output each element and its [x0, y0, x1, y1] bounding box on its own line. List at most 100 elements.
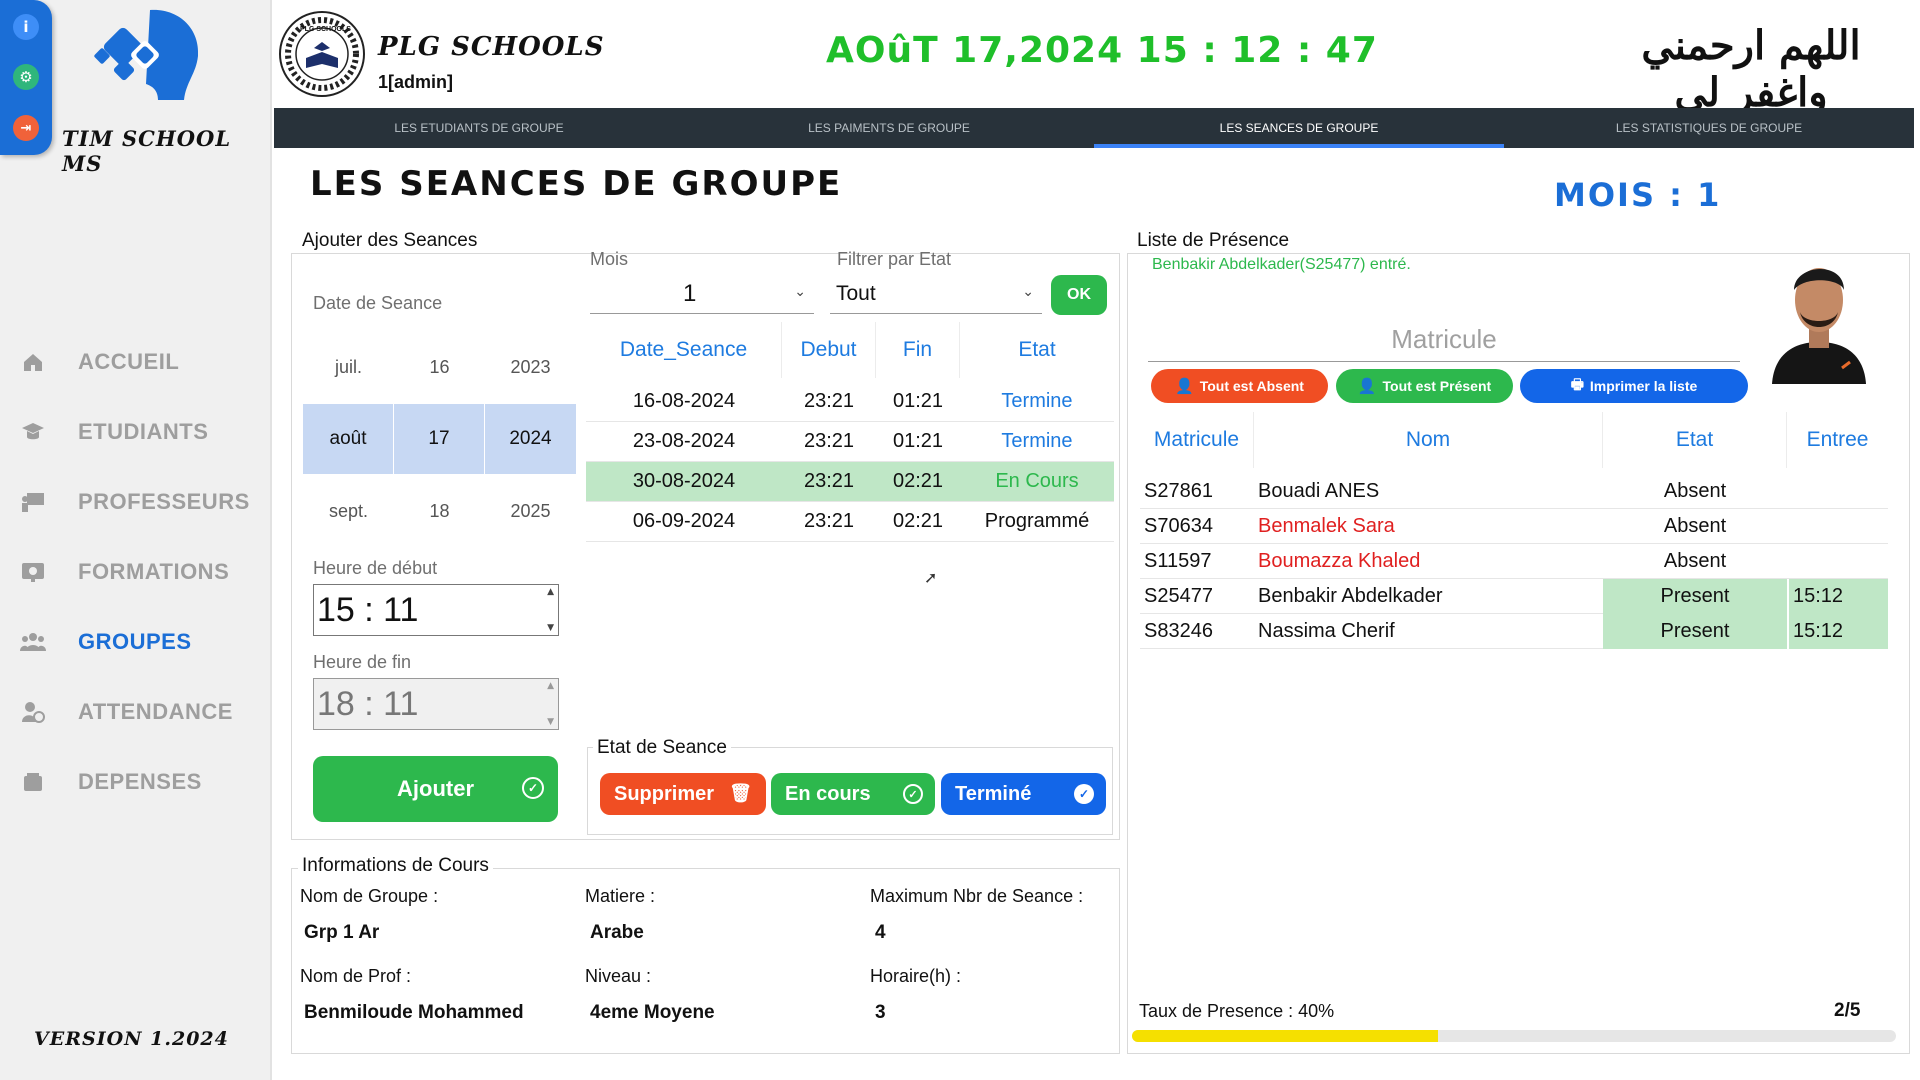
etat-select[interactable]: Tout ⌄	[830, 278, 1042, 314]
col-header-fin[interactable]: Fin	[876, 322, 960, 378]
tout-present-button[interactable]: 👤 Tout est Présent	[1336, 369, 1513, 403]
trash-icon: 🗑	[729, 783, 752, 803]
sidebar-item-label: DEPENSES	[78, 769, 202, 794]
col-header-etat[interactable]: Etat	[960, 322, 1114, 378]
max-seance-label: Maximum Nbr de Seance :	[870, 886, 1084, 906]
picker-month-prev[interactable]: juil.	[303, 340, 394, 394]
table-row[interactable]: S70634 Benmalek Sara Absent	[1140, 509, 1888, 544]
sidebar-item-accueil[interactable]: ACCUEIL	[20, 340, 260, 384]
imprimer-button[interactable]: 🖶 Imprimer la liste	[1520, 369, 1748, 403]
cell-debut: 23:21	[803, 390, 855, 412]
date-seance-label: Date de Seance	[313, 293, 443, 313]
col-header-date[interactable]: Date_Seance	[586, 322, 782, 378]
termine-button[interactable]: Terminé ✓	[941, 773, 1106, 815]
sidebar-item-attendance[interactable]: ATTENDANCE	[20, 690, 260, 734]
chevron-down-icon: ⌄	[1022, 284, 1034, 300]
picker-year-prev[interactable]: 2023	[485, 340, 576, 394]
table-row[interactable]: 16-08-2024 23:21 01:21 Termine	[586, 382, 1114, 422]
spin-down-icon[interactable]: ▼	[547, 717, 554, 727]
picker-day-prev[interactable]: 16	[394, 340, 485, 394]
table-row-selected[interactable]: 30-08-2024 23:21 02:21 En Cours	[586, 462, 1114, 502]
cell-entree: 15:12	[1787, 578, 1888, 614]
cell-debut: 23:21	[803, 470, 855, 492]
chevron-down-icon: ⌄	[794, 284, 806, 300]
heure-fin-label: Heure de fin	[313, 652, 412, 672]
mois-select[interactable]: 1 ⌄	[590, 278, 814, 314]
col-header-debut[interactable]: Debut	[782, 322, 876, 378]
seances-table: Date_Seance Debut Fin Etat 16-08-2024 23…	[586, 322, 1114, 542]
cell-etat: Absent	[1663, 549, 1727, 572]
presence-title: Liste de Présence	[1133, 230, 1294, 252]
user-check-icon: 👤	[1357, 378, 1377, 395]
spin-up-icon[interactable]: ▲	[547, 681, 554, 691]
page-title: LES SEANCES DE GROUPE	[310, 164, 843, 204]
logout-icon[interactable]: ⇥	[13, 115, 39, 141]
heure-fin-input[interactable]: 18 : 11 ▲ ▼	[313, 678, 559, 730]
cell-etat: Absent	[1663, 514, 1727, 537]
tab-seances[interactable]: LES SEANCES DE GROUPE	[1094, 108, 1504, 148]
picker-month-next[interactable]: sept.	[303, 484, 394, 538]
sidebar-item-etudiants[interactable]: ETUDIANTS	[20, 410, 260, 454]
tout-present-label: Tout est Présent	[1382, 378, 1492, 394]
gear-icon[interactable]: ⚙	[13, 64, 39, 90]
termine-label: Terminé	[955, 782, 1032, 805]
sidebar-item-label: ACCUEIL	[78, 349, 180, 374]
col-header-entree[interactable]: Entree	[1787, 412, 1888, 468]
home-icon	[20, 349, 46, 375]
informations-cours-title: Informations de Cours	[298, 855, 493, 877]
user-clock-icon	[20, 699, 46, 725]
en-cours-label: En cours	[785, 782, 871, 805]
sidebar-item-formations[interactable]: FORMATIONS	[20, 550, 260, 594]
cell-matricule: S70634	[1144, 514, 1213, 537]
table-row[interactable]: S83246 Nassima Cherif Present 15:12	[1140, 613, 1888, 649]
cell-matricule: S83246	[1144, 619, 1213, 642]
col-header-matricule[interactable]: Matricule	[1140, 412, 1254, 468]
tab-etudiants[interactable]: LES ETUDIANTS DE GROUPE	[274, 108, 684, 148]
table-row[interactable]: S11597 Boumazza Khaled Absent	[1140, 544, 1888, 579]
heure-debut-value: 15 : 11	[317, 591, 419, 629]
sidebar-item-depenses[interactable]: DEPENSES	[20, 760, 260, 804]
mini-toolbar: i ⚙ ⇥	[0, 0, 52, 155]
cell-etat: Termine	[1001, 430, 1073, 452]
spin-down-icon[interactable]: ▼	[547, 623, 554, 633]
ajouter-seances-title: Ajouter des Seances	[298, 230, 482, 252]
sidebar-item-groupes[interactable]: GROUPES	[20, 620, 260, 664]
table-row[interactable]: S27861 Bouadi ANES Absent	[1140, 474, 1888, 509]
picker-year-selected[interactable]: 2024	[485, 404, 576, 474]
mois-indicator: MOIS : 1	[1554, 176, 1722, 214]
picker-day-next[interactable]: 18	[394, 484, 485, 538]
sidebar-item-label: ETUDIANTS	[78, 419, 209, 444]
current-user: 1[admin]	[378, 72, 454, 92]
col-header-etat[interactable]: Etat	[1603, 412, 1787, 468]
app-brand: TIM SCHOOL MS	[62, 126, 232, 176]
spin-up-icon[interactable]: ▲	[547, 587, 554, 597]
mois-filter-label: Mois	[590, 249, 629, 269]
ok-button[interactable]: OK	[1051, 275, 1107, 315]
table-row[interactable]: 06-09-2024 23:21 02:21 Programmé	[586, 502, 1114, 542]
heure-debut-input[interactable]: 15 : 11 ▲ ▼	[313, 584, 559, 636]
table-row[interactable]: S25477 Benbakir Abdelkader Present 15:12	[1140, 578, 1888, 614]
supprimer-button[interactable]: Supprimer 🗑	[600, 773, 766, 815]
horaire-label: Horaire(h) :	[870, 966, 962, 986]
picker-day-selected[interactable]: 17	[394, 404, 484, 474]
date-picker[interactable]: juil. 16 2023 août 17 2024 sept. 18 2025	[303, 340, 576, 550]
school-logo-text: PLG SCHOOLS	[300, 26, 351, 33]
tab-statistiques[interactable]: LES STATISTIQUES DE GROUPE	[1504, 108, 1914, 148]
tout-absent-button[interactable]: 👤 Tout est Absent	[1151, 369, 1328, 403]
ajouter-button[interactable]: Ajouter ✓	[313, 756, 558, 822]
cell-matricule: S11597	[1144, 549, 1212, 572]
cell-date: 16-08-2024	[632, 390, 736, 412]
arabic-prayer: اللهم ارحمني واغفر لي	[1641, 22, 1861, 116]
en-cours-button[interactable]: En cours ✓	[771, 773, 935, 815]
sidebar-item-professeurs[interactable]: PROFESSEURS	[20, 480, 260, 524]
matricule-input[interactable]: Matricule	[1148, 316, 1740, 362]
teacher-board-icon	[20, 489, 46, 515]
cell-nom: Benbakir Abdelkader	[1258, 584, 1443, 607]
tab-paiments[interactable]: LES PAIMENTS DE GROUPE	[684, 108, 1094, 148]
school-logo: PLG SCHOOLS	[278, 10, 366, 98]
picker-year-next[interactable]: 2025	[485, 484, 576, 538]
table-row[interactable]: 23-08-2024 23:21 01:21 Termine	[586, 422, 1114, 462]
picker-month-selected[interactable]: août	[303, 404, 393, 474]
info-icon[interactable]: i	[13, 14, 39, 40]
col-header-nom[interactable]: Nom	[1254, 412, 1603, 468]
